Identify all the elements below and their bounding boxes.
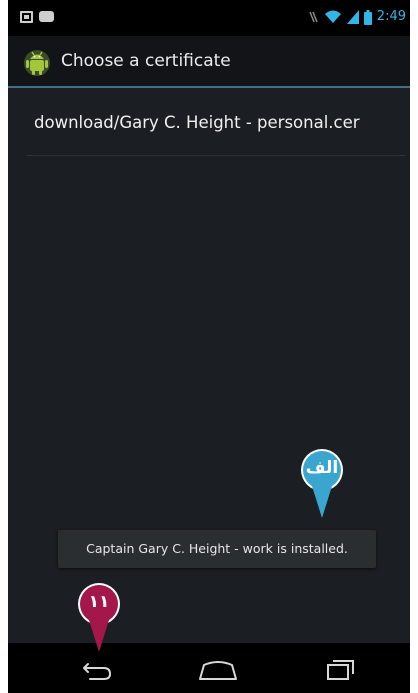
callout-marker-alef: الف — [297, 448, 347, 520]
certificate-filename: download/Gary C. Height - personal.cer — [34, 113, 360, 132]
back-icon — [83, 663, 112, 680]
phone-screen: 2:49 Choose a certificate download/Gary … — [8, 0, 410, 693]
status-bar-right: 2:49 — [307, 9, 406, 25]
page-title: Choose a certificate — [61, 51, 231, 71]
callout-marker-eleven: ۱۱ — [74, 582, 124, 654]
toast-message: Captain Gary C. Height - work is install… — [58, 530, 376, 568]
battery-icon — [363, 9, 372, 25]
clock-time: 2:49 — [376, 9, 406, 24]
vibrate-icon — [309, 11, 318, 23]
status-bar: 2:49 — [8, 0, 410, 36]
screenshot-icon — [20, 11, 33, 23]
certificate-list-item[interactable]: download/Gary C. Height - personal.cer — [8, 88, 410, 156]
home-button[interactable] — [188, 653, 248, 683]
home-icon — [199, 661, 237, 680]
list-divider — [26, 155, 406, 156]
callout-label: ۱۱ — [88, 592, 110, 612]
recents-button[interactable] — [310, 653, 370, 683]
action-bar: Choose a certificate — [8, 36, 410, 86]
toast-text: Captain Gary C. Height - work is install… — [86, 541, 348, 556]
signal-icon — [346, 10, 359, 24]
android-icon[interactable] — [22, 47, 52, 77]
callout-label: الف — [305, 458, 339, 478]
navigation-bar — [8, 643, 410, 693]
back-button[interactable] — [66, 653, 126, 683]
recents-icon — [327, 660, 354, 680]
wifi-icon — [324, 10, 341, 23]
usb-debug-icon — [39, 11, 54, 22]
